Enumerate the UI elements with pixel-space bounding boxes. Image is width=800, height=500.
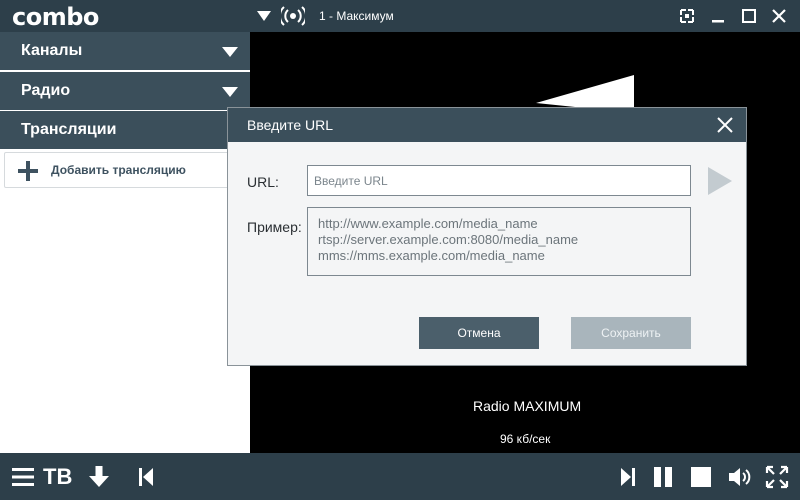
download-icon[interactable]: [87, 465, 111, 489]
volume-icon[interactable]: [727, 465, 751, 489]
compact-mode-icon[interactable]: [677, 6, 697, 26]
cancel-button[interactable]: Отмена: [419, 317, 539, 349]
example-label: Пример:: [247, 219, 302, 235]
chevron-down-icon[interactable]: [256, 9, 272, 23]
sidebar: Каналы Радио Трансляции Добавить трансля…: [0, 32, 250, 453]
sidebar-section-label: Каналы: [21, 42, 83, 59]
previous-icon[interactable]: [134, 465, 158, 489]
chevron-down-icon: [222, 47, 238, 57]
add-stream-button[interactable]: Добавить трансляцию: [4, 152, 248, 188]
broadcast-icon: [281, 6, 305, 26]
example-line: http://www.example.com/media_name: [318, 216, 538, 231]
fullscreen-icon[interactable]: [765, 465, 789, 489]
app-logo: combo: [12, 3, 99, 31]
station-name: Radio MAXIMUM: [473, 398, 582, 414]
sidebar-section-label: Радио: [21, 82, 71, 99]
menu-icon[interactable]: [11, 465, 35, 489]
url-input[interactable]: [307, 165, 691, 196]
url-label: URL:: [247, 174, 279, 190]
sidebar-section-channels[interactable]: Каналы: [0, 32, 250, 70]
chevron-down-icon: [222, 87, 238, 97]
example-line: mms://mms.example.com/media_name: [318, 248, 545, 263]
sidebar-section-radio[interactable]: Радио: [0, 72, 250, 110]
next-icon[interactable]: [616, 465, 640, 489]
pause-icon[interactable]: [651, 465, 675, 489]
plus-icon: [18, 161, 38, 181]
sidebar-section-label: Трансляции: [21, 121, 117, 138]
current-station-label: 1 - Максимум: [319, 9, 394, 23]
close-icon[interactable]: [769, 6, 789, 26]
example-box: http://www.example.com/media_name rtsp:/…: [307, 207, 691, 276]
dialog-title: Введите URL: [228, 108, 746, 142]
control-bar: ТВ: [0, 453, 800, 500]
example-line: rtsp://server.example.com:8080/media_nam…: [318, 232, 579, 247]
play-icon[interactable]: [706, 165, 734, 197]
sidebar-section-streams[interactable]: Трансляции: [0, 111, 250, 149]
close-icon[interactable]: [716, 116, 734, 134]
minimize-icon[interactable]: [708, 6, 728, 26]
bitrate-label: 96 кб/сек: [500, 432, 551, 446]
add-stream-label: Добавить трансляцию: [51, 163, 186, 177]
save-button[interactable]: Сохранить: [571, 317, 691, 349]
enter-url-dialog: Введите URL URL: Пример: http://www.exam…: [227, 107, 747, 366]
tv-button[interactable]: ТВ: [43, 464, 72, 490]
maximize-icon[interactable]: [739, 6, 759, 26]
title-bar: combo 1 - Максимум: [0, 0, 800, 32]
stop-icon[interactable]: [689, 465, 713, 489]
